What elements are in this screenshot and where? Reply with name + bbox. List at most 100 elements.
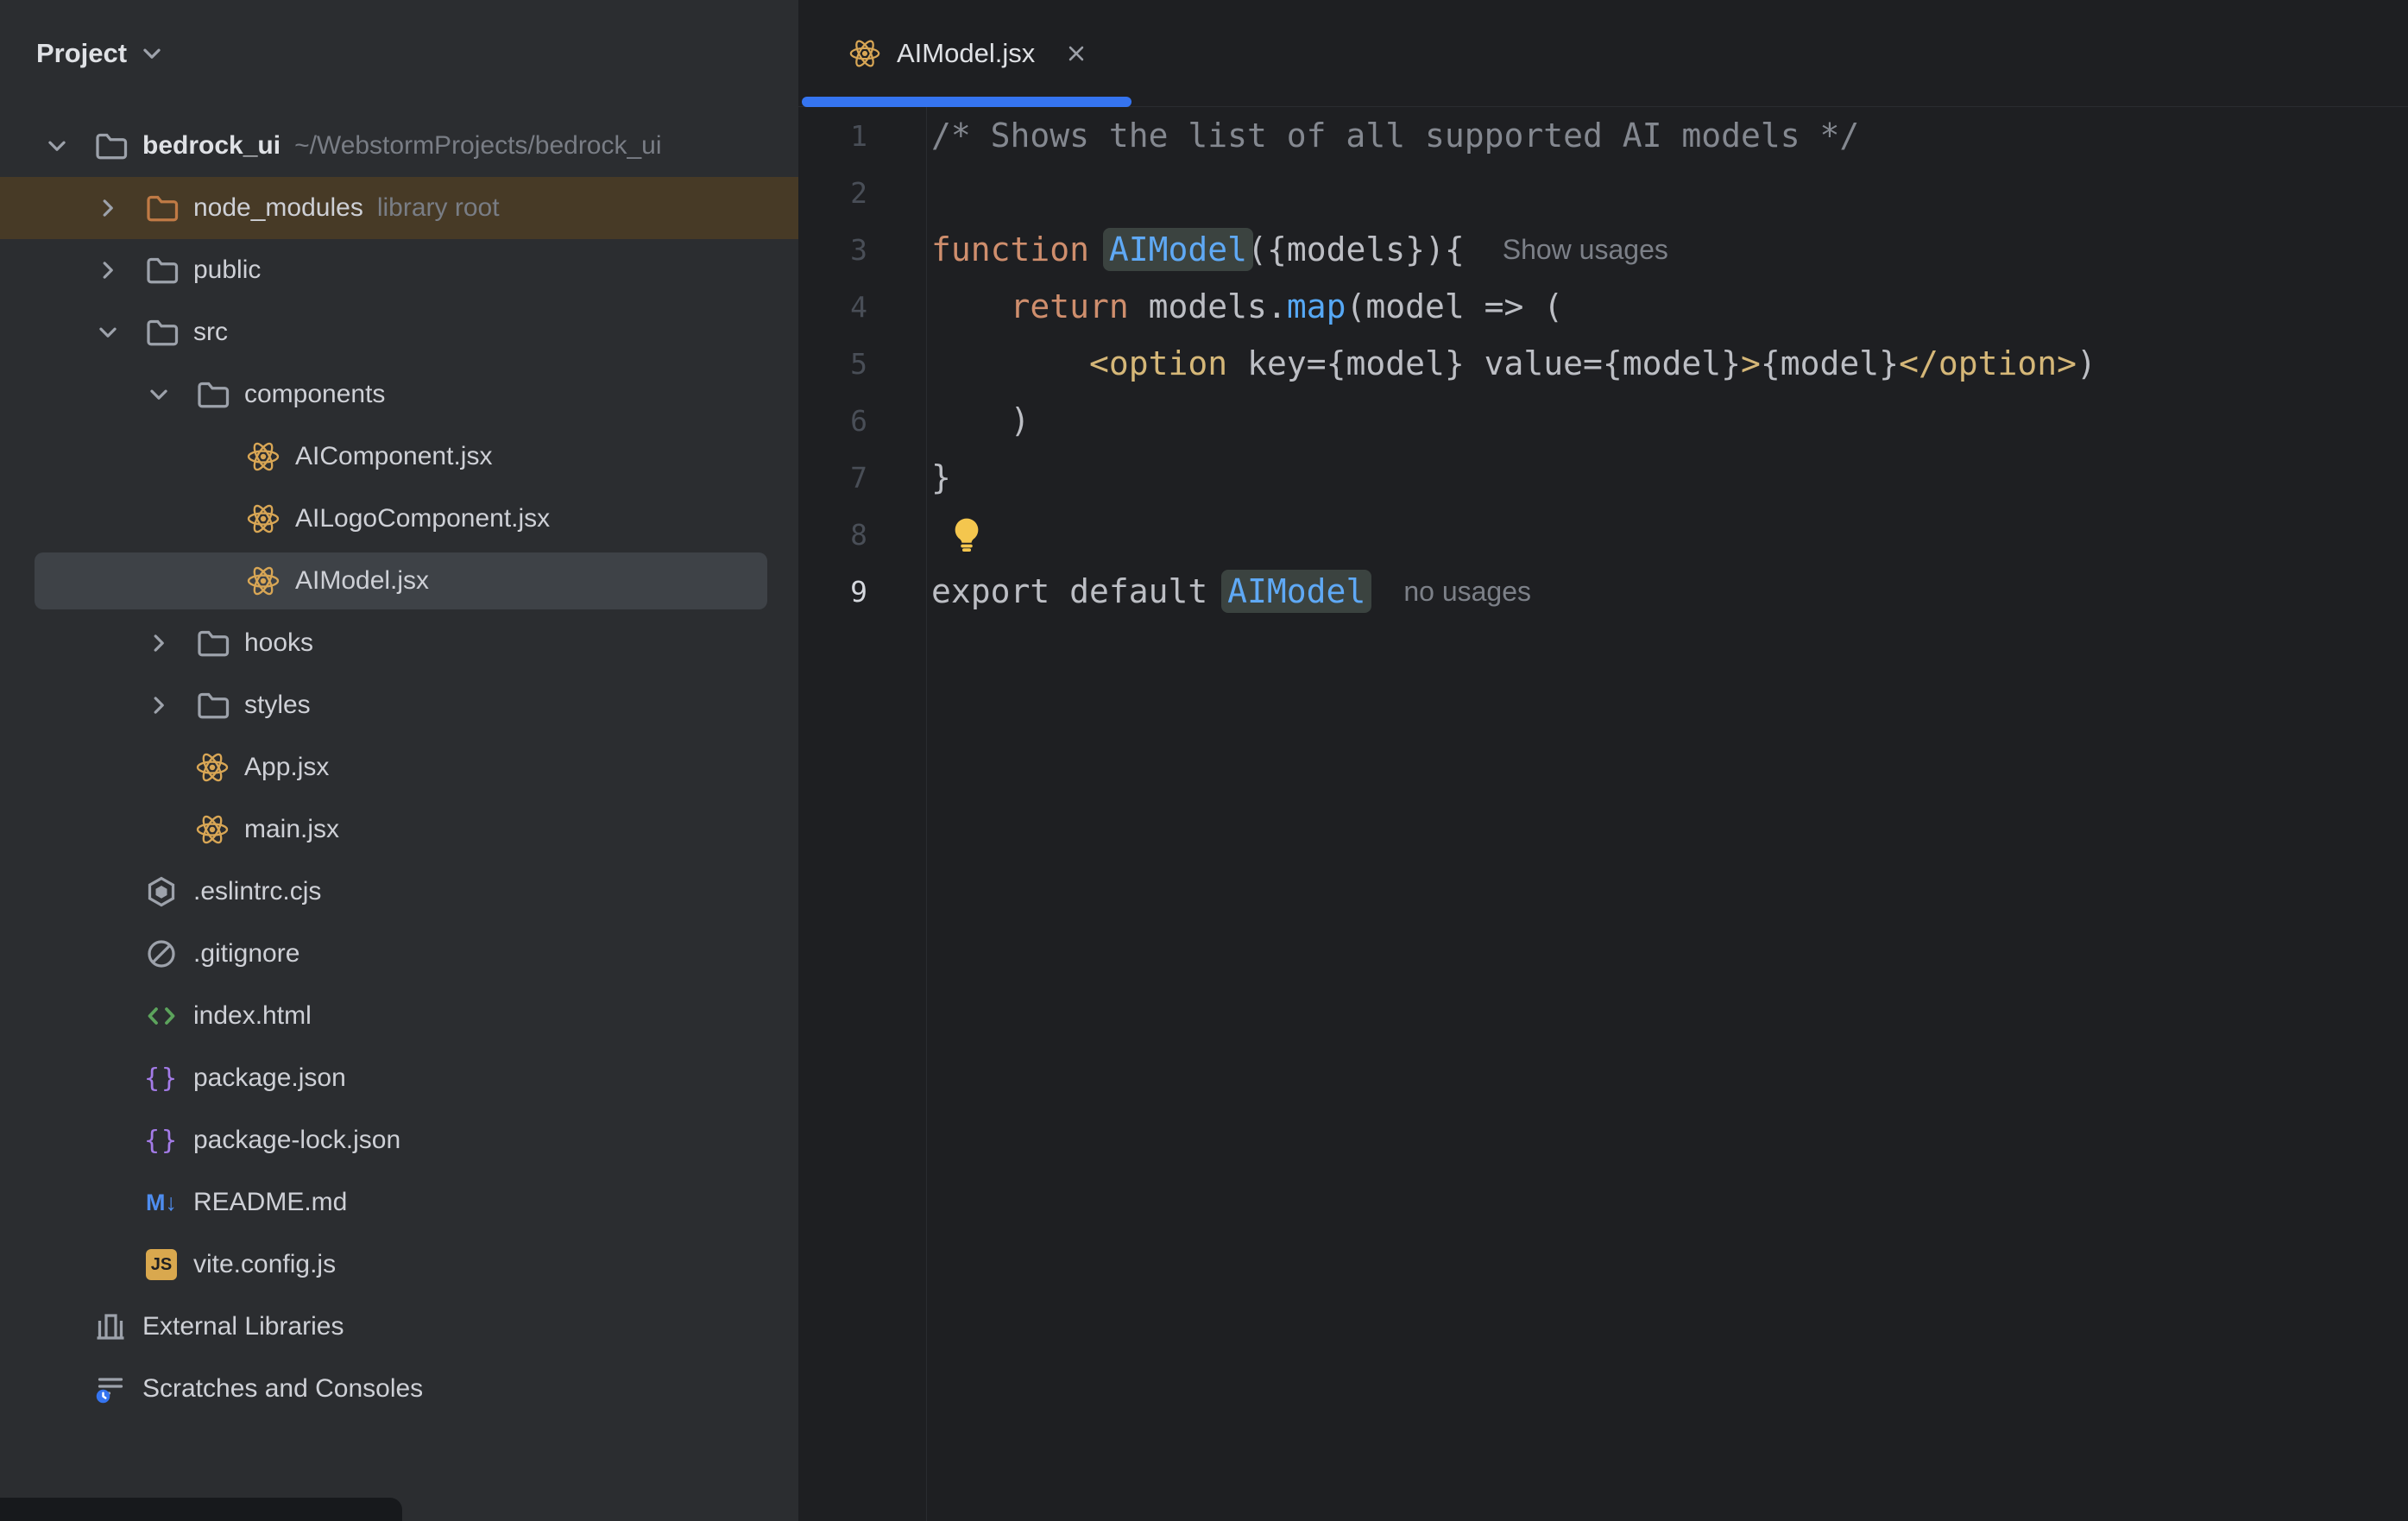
js-icon: JS bbox=[143, 1246, 180, 1283]
tree-item-aimodel-jsx[interactable]: AIModel.jsx bbox=[0, 550, 798, 612]
chevron-right-icon[interactable] bbox=[141, 687, 177, 723]
code-token: > bbox=[1741, 344, 1761, 382]
tree-item-label: App.jsx bbox=[244, 753, 330, 781]
tree-item-label: index.html bbox=[193, 1001, 312, 1030]
code-text[interactable]: } bbox=[931, 458, 951, 496]
close-icon[interactable] bbox=[1061, 38, 1092, 69]
code-text[interactable]: return models. map (model => ( bbox=[931, 287, 1564, 325]
tree-item-label: .eslintrc.cjs bbox=[193, 877, 322, 906]
tree-item-package-lock-json[interactable]: {} package-lock.json bbox=[0, 1109, 798, 1171]
code-line-4: 4 return models. map (model => ( bbox=[798, 278, 2408, 335]
code-text[interactable]: function AIModel ({models}){Show usages bbox=[931, 228, 1668, 271]
tree-item-label: node_modules bbox=[193, 193, 363, 222]
bottom-popup-edge bbox=[0, 1498, 402, 1521]
code-line-1: 1 /* Shows the list of all supported AI m… bbox=[798, 107, 2408, 164]
tree-item-ailogocomponent-jsx[interactable]: AILogoComponent.jsx bbox=[0, 488, 798, 550]
tree-item-main-jsx[interactable]: main.jsx bbox=[0, 798, 798, 861]
inlay-hint[interactable]: no usages bbox=[1403, 576, 1531, 608]
code-token: {model} bbox=[1760, 344, 1900, 382]
code-text[interactable]: export default AIModel no usages bbox=[931, 570, 1531, 613]
chevron-down-icon[interactable] bbox=[141, 376, 177, 413]
code-token: models. bbox=[1148, 287, 1287, 325]
tree-item-label: hooks bbox=[244, 628, 314, 657]
tree-item-label: package-lock.json bbox=[193, 1126, 401, 1154]
tree-item-public[interactable]: public bbox=[0, 239, 798, 301]
project-tree: bedrock_ui ~/WebstormProjects/bedrock_ui n… bbox=[0, 115, 798, 1420]
tree-item-external-libraries[interactable]: External Libraries bbox=[0, 1296, 798, 1358]
tree-item-styles[interactable]: styles bbox=[0, 674, 798, 736]
code-text[interactable]: <option key={model} value={model} > {model… bbox=[931, 344, 2096, 382]
chevron-right-icon[interactable] bbox=[141, 625, 177, 661]
tree-item--gitignore[interactable]: .gitignore bbox=[0, 923, 798, 985]
code-token: key={model} value={model} bbox=[1227, 344, 1742, 382]
code-token: </option> bbox=[1899, 344, 2077, 382]
active-tab-indicator bbox=[802, 97, 1132, 107]
project-panel: Project bedrock_ui ~/WebstormProjects/bed… bbox=[0, 0, 798, 1521]
tree-item-vite-config-js[interactable]: JS vite.config.js bbox=[0, 1234, 798, 1296]
tree-item--eslintrc-cjs[interactable]: .eslintrc.cjs bbox=[0, 861, 798, 923]
chevron-right-icon[interactable] bbox=[90, 252, 126, 288]
line-number[interactable]: 5 bbox=[798, 347, 867, 381]
folder-icon bbox=[143, 252, 180, 288]
react-file-icon bbox=[848, 37, 881, 70]
tab-label: AIModel.jsx bbox=[897, 37, 1036, 68]
code-text[interactable]: /* Shows the list of all supported AI mo… bbox=[931, 117, 1859, 155]
code-line-6: 6 ) bbox=[798, 392, 2408, 449]
line-number[interactable]: 8 bbox=[798, 518, 867, 552]
tree-item-label: styles bbox=[244, 691, 311, 719]
tree-item-label: public bbox=[193, 256, 262, 284]
folder-icon bbox=[194, 376, 230, 413]
code-text[interactable] bbox=[931, 514, 987, 554]
line-number[interactable]: 9 bbox=[798, 575, 867, 609]
code-token: ({models}){ bbox=[1247, 230, 1465, 268]
tree-item-label: README.md bbox=[193, 1188, 348, 1216]
line-number[interactable]: 2 bbox=[798, 176, 867, 210]
code-token: map bbox=[1286, 287, 1346, 325]
code-line-7: 7} bbox=[798, 449, 2408, 506]
scratches-icon bbox=[92, 1371, 129, 1407]
ignore-icon bbox=[143, 936, 180, 972]
tab-aimodel-jsx[interactable]: AIModel.jsx bbox=[802, 0, 1132, 107]
code-editor[interactable]: 1 /* Shows the list of all supported AI m… bbox=[798, 107, 2408, 1521]
json-icon: {} bbox=[143, 1063, 180, 1094]
tree-item-scratches-and-consoles[interactable]: Scratches and Consoles bbox=[0, 1358, 798, 1420]
inlay-hint[interactable]: Show usages bbox=[1503, 234, 1668, 266]
chevron-right-icon[interactable] bbox=[90, 190, 126, 226]
line-number[interactable]: 3 bbox=[798, 233, 867, 267]
tree-item-hooks[interactable]: hooks bbox=[0, 612, 798, 674]
chevron-down-icon[interactable] bbox=[39, 128, 75, 164]
tree-item-index-html[interactable]: index.html bbox=[0, 985, 798, 1047]
tree-item-components[interactable]: components bbox=[0, 363, 798, 426]
chevron-down-icon[interactable] bbox=[90, 314, 126, 350]
folder-icon bbox=[92, 128, 129, 164]
tree-item-src[interactable]: src bbox=[0, 301, 798, 363]
line-number[interactable]: 1 bbox=[798, 119, 867, 153]
tree-item-meta: library root bbox=[376, 193, 500, 222]
project-dropdown-label[interactable]: Project bbox=[36, 38, 127, 69]
code-text[interactable]: ) bbox=[931, 401, 1031, 439]
intention-bulb-icon[interactable] bbox=[947, 514, 987, 554]
tree-item-bedrock-ui[interactable]: bedrock_ui ~/WebstormProjects/bedrock_ui bbox=[0, 115, 798, 177]
tree-item-label: .gitignore bbox=[193, 939, 300, 968]
tree-item-label: AILogoComponent.jsx bbox=[295, 504, 551, 533]
react-icon bbox=[194, 811, 230, 848]
line-number[interactable]: 7 bbox=[798, 461, 867, 495]
tree-item-label: components bbox=[244, 380, 386, 408]
line-number[interactable]: 6 bbox=[798, 404, 867, 438]
tree-item-aicomponent-jsx[interactable]: AIComponent.jsx bbox=[0, 426, 798, 488]
project-panel-header[interactable]: Project bbox=[0, 0, 798, 107]
line-number[interactable]: 4 bbox=[798, 290, 867, 324]
chevron-down-icon[interactable] bbox=[137, 39, 167, 68]
tree-item-app-jsx[interactable]: App.jsx bbox=[0, 736, 798, 798]
tree-item-package-json[interactable]: {} package.json bbox=[0, 1047, 798, 1109]
tree-item-readme-md[interactable]: M↓ README.md bbox=[0, 1171, 798, 1234]
code-token: export default bbox=[931, 572, 1228, 610]
code-token: return bbox=[1010, 287, 1149, 325]
tree-item-node-modules[interactable]: node_modules library root bbox=[0, 177, 798, 239]
